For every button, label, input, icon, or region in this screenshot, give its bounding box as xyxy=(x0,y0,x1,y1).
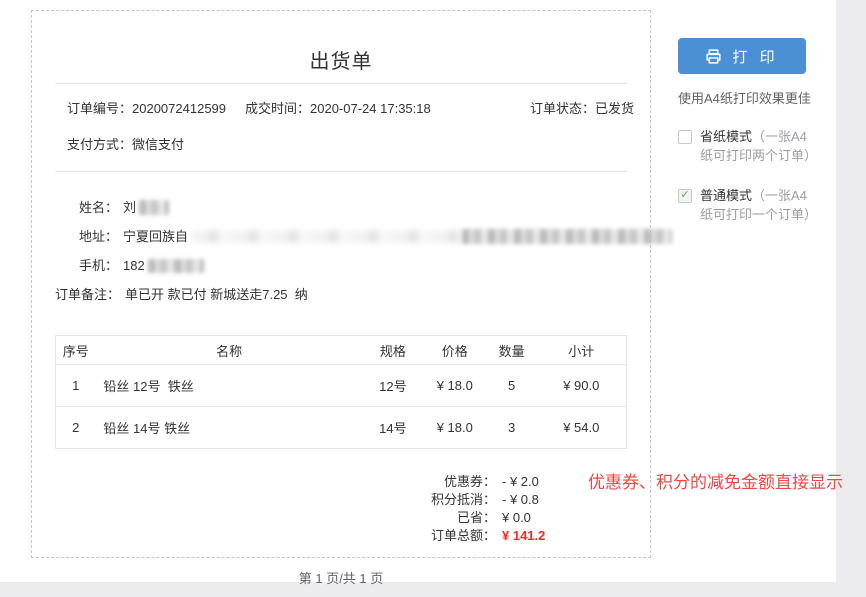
payment-row: 支付方式：微信支付 xyxy=(67,134,615,152)
cell-spec: 12号 xyxy=(363,365,423,407)
redacted-phone xyxy=(148,259,204,273)
customer-address-row: 地址： 宁夏回族自 xyxy=(55,222,627,251)
checkbox-paper-saving-mode[interactable] xyxy=(678,130,692,144)
option-name: 普通模式 xyxy=(700,188,752,203)
section-divider xyxy=(55,171,627,172)
print-options-sidebar: 打 印 使用A4纸打印效果更佳 省纸模式（一张A4纸可打印两个订单） ✓ 普通模… xyxy=(678,38,818,224)
customer-section: 姓名： 刘 地址： 宁夏回族自 手机： 182 订单备注： 单已开 款已付 新城… xyxy=(55,193,627,309)
cell-spec: 14号 xyxy=(363,407,423,449)
check-icon: ✓ xyxy=(680,190,689,201)
option-name: 省纸模式 xyxy=(700,129,752,144)
order-info-row: 订单编号：2020072412599 成交时间：2020-07-24 17:35… xyxy=(67,98,615,116)
order-remark: 单已开 款已付 新城送走7.25 纳 xyxy=(120,280,308,309)
col-index: 序号 xyxy=(56,336,96,365)
print-preview-panel: 出货单 订单编号：2020072412599 成交时间：2020-07-24 1… xyxy=(0,0,836,582)
points-offset-value: - ¥ 0.8 xyxy=(496,491,564,509)
redacted-address-end xyxy=(462,229,672,244)
coupon-row: 优惠券： - ¥ 2.0 xyxy=(55,473,564,491)
points-offset-row: 积分抵消： - ¥ 0.8 xyxy=(55,491,564,509)
col-subtotal: 小计 xyxy=(537,336,627,365)
payment-method: 支付方式：微信支付 xyxy=(67,134,184,153)
page-indicator: 第 1 页/共 1 页 xyxy=(55,568,627,587)
address-label: 地址： xyxy=(55,222,118,251)
cell-qty: 3 xyxy=(487,407,537,449)
points-offset-label: 积分抵消： xyxy=(431,491,496,509)
customer-name-row: 姓名： 刘 xyxy=(55,193,627,222)
cell-index: 1 xyxy=(56,365,96,407)
col-spec: 规格 xyxy=(363,336,423,365)
print-button[interactable]: 打 印 xyxy=(678,38,806,74)
saved-row: 已省： ¥ 0.0 xyxy=(55,509,564,527)
print-mode-option-normal[interactable]: ✓ 普通模式（一张A4纸可打印一个订单） xyxy=(678,187,818,225)
saved-label: 已省： xyxy=(457,509,496,527)
coupon-value: - ¥ 2.0 xyxy=(496,473,564,491)
print-mode-option-paper-saving[interactable]: 省纸模式（一张A4纸可打印两个订单） xyxy=(678,128,818,166)
totals-section: 优惠券： - ¥ 2.0 积分抵消： - ¥ 0.8 已省： ¥ 0.0 订单总… xyxy=(55,473,564,545)
items-table: 序号 名称 规格 价格 数量 小计 1 铅丝 12号 铁丝 12号 ¥ 18.0… xyxy=(55,335,627,449)
shipping-order-paper: 出货单 订单编号：2020072412599 成交时间：2020-07-24 1… xyxy=(31,10,651,558)
order-total-value: ¥ 141.2 xyxy=(496,527,564,545)
order-info-section: 订单编号：2020072412599 成交时间：2020-07-24 17:35… xyxy=(55,84,627,171)
review-annotation: 优惠券、积分的减免金额直接显示 xyxy=(588,473,866,493)
col-name: 名称 xyxy=(95,336,363,365)
order-total-label: 订单总额： xyxy=(431,527,496,545)
cell-name: 铅丝 12号 铁丝 xyxy=(95,365,363,407)
phone-label: 手机： xyxy=(55,251,118,280)
customer-name: 刘 xyxy=(118,193,169,222)
redacted-address-middle xyxy=(192,230,460,243)
cell-subtotal: ¥ 54.0 xyxy=(537,407,627,449)
col-price: 价格 xyxy=(423,336,487,365)
printer-icon xyxy=(705,48,722,65)
print-tip: 使用A4纸打印效果更佳 xyxy=(678,88,818,107)
order-number: 订单编号：2020072412599 xyxy=(67,98,245,117)
col-qty: 数量 xyxy=(487,336,537,365)
cell-qty: 5 xyxy=(487,365,537,407)
cell-subtotal: ¥ 90.0 xyxy=(537,365,627,407)
table-row: 2 铅丝 14号 铁丝 14号 ¥ 18.0 3 ¥ 54.0 xyxy=(56,407,627,449)
cell-name: 铅丝 14号 铁丝 xyxy=(95,407,363,449)
redacted-name xyxy=(139,200,169,215)
items-table-header: 序号 名称 规格 价格 数量 小计 xyxy=(56,336,627,365)
customer-phone: 182 xyxy=(118,251,204,280)
name-label: 姓名： xyxy=(55,193,118,222)
checkbox-normal-mode[interactable]: ✓ xyxy=(678,189,692,203)
print-button-label: 打 印 xyxy=(732,46,778,67)
coupon-label: 优惠券： xyxy=(444,473,496,491)
cell-price: ¥ 18.0 xyxy=(423,365,487,407)
order-total-row: 订单总额： ¥ 141.2 xyxy=(55,527,564,545)
cell-index: 2 xyxy=(56,407,96,449)
saved-value: ¥ 0.0 xyxy=(496,509,564,527)
remark-label: 订单备注： xyxy=(55,280,120,309)
order-remark-row: 订单备注： 单已开 款已付 新城送走7.25 纳 xyxy=(55,280,627,309)
customer-address: 宁夏回族自 xyxy=(118,222,672,251)
deal-time: 成交时间：2020-07-24 17:35:18 xyxy=(245,98,530,117)
order-status: 订单状态：已发货 xyxy=(530,98,634,117)
cell-price: ¥ 18.0 xyxy=(423,407,487,449)
customer-phone-row: 手机： 182 xyxy=(55,251,627,280)
table-row: 1 铅丝 12号 铁丝 12号 ¥ 18.0 5 ¥ 90.0 xyxy=(56,365,627,407)
page-title: 出货单 xyxy=(55,11,627,74)
